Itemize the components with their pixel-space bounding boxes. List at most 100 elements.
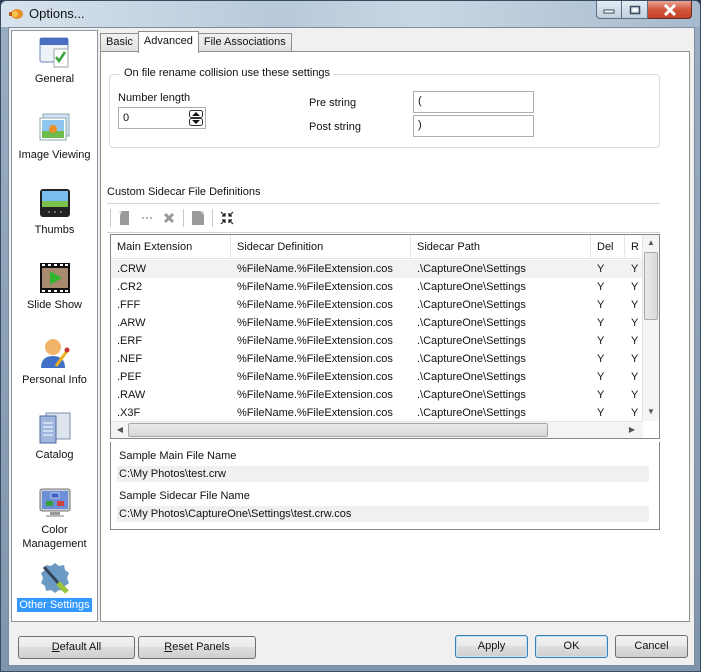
cell-sidecar-path: .\CaptureOne\Settings [417,407,526,419]
page-icon [192,211,204,225]
tab-file-associations[interactable]: File Associations [197,33,292,52]
maximize-button[interactable] [622,1,648,19]
cell-sidecar-definition: %FileName.%FileExtension.cos [237,263,393,275]
copy-definition-button[interactable] [187,207,209,229]
table-row[interactable]: .CRW %FileName.%FileExtension.cos .\Captur… [111,260,643,278]
sidebar-label: Image Viewing [18,149,91,161]
cell-sidecar-definition: %FileName.%FileExtension.cos [237,371,393,383]
column-header-main-extension[interactable]: Main Extension [111,235,231,259]
cell-sidecar-path: .\CaptureOne\Settings [417,281,526,293]
add-definition-button[interactable] [114,207,136,229]
scroll-left-icon[interactable]: ◀ [113,423,127,437]
cell-main-extension: .ERF [117,335,143,347]
sidebar-item-general[interactable]: General [12,35,97,86]
spin-up-down-icon[interactable] [189,110,203,126]
column-header-del[interactable]: Del [591,235,625,259]
tab-advanced[interactable]: Advanced [137,31,199,53]
cell-sidecar-definition: %FileName.%FileExtension.cos [237,353,393,365]
table-row[interactable]: .FFF %FileName.%FileExtension.cos .\Captur… [111,296,643,314]
category-sidebar: General Image Viewing Thumbs Slide Show … [11,30,98,622]
divider [107,203,660,204]
column-header-sidecar-definition[interactable]: Sidecar Definition [231,235,411,259]
sidebar-item-thumbs[interactable]: Thumbs [12,186,97,237]
cell-main-extension: .CRW [117,263,147,275]
collapse-button[interactable] [216,207,238,229]
sidebar-item-personal-info[interactable]: Personal Info [12,336,97,387]
sidecar-section-title: Custom Sidecar File Definitions [107,186,261,198]
table-row[interactable]: .ERF %FileName.%FileExtension.cos .\Captur… [111,332,643,350]
sidebar-item-image-viewing[interactable]: Image Viewing [12,111,97,162]
cell-del: Y [597,389,605,401]
cell-r: Y [631,281,639,293]
sidebar-label: Color Management [20,523,88,551]
table-row[interactable]: .ARW %FileName.%FileExtension.cos .\Captur… [111,314,643,332]
delete-definition-button[interactable] [158,207,180,229]
cell-sidecar-path: .\CaptureOne\Settings [417,263,526,275]
cell-sidecar-path: .\CaptureOne\Settings [417,371,526,383]
dialog-client: General Image Viewing Thumbs Slide Show … [8,27,695,666]
cell-sidecar-definition: %FileName.%FileExtension.cos [237,281,393,293]
cell-main-extension: .ARW [117,317,146,329]
post-string-input[interactable]: ) [413,115,534,137]
title-bar[interactable]: Options... [1,1,700,27]
cell-main-extension: .RAW [117,389,146,401]
tab-strip: Basic Advanced File Associations [100,30,292,53]
scroll-right-icon[interactable]: ▶ [625,423,639,437]
sidebar-label: Personal Info [22,374,87,386]
slide-show-icon [39,263,70,293]
advanced-tab-panel: On file rename collision use these setti… [100,51,690,622]
divider [107,232,660,233]
cell-sidecar-definition: %FileName.%FileExtension.cos [237,389,393,401]
reset-panels-button[interactable]: Reset Panels [138,636,256,659]
close-button[interactable] [648,1,692,19]
table-row[interactable]: .PEF %FileName.%FileExtension.cos .\Captur… [111,368,643,386]
horizontal-scroll-thumb[interactable] [128,423,548,437]
cancel-button[interactable]: Cancel [615,635,688,658]
edit-definition-button[interactable] [136,207,158,229]
sidebar-item-color-management[interactable]: Color Management [12,486,97,551]
cell-del: Y [597,299,605,311]
minimize-icon [603,9,615,13]
other-settings-icon [40,563,69,594]
horizontal-scrollbar[interactable]: ◀ ▶ [111,421,643,438]
scroll-up-icon[interactable]: ▲ [644,236,658,250]
sidebar-item-catalog[interactable]: Catalog [12,411,97,462]
table-row[interactable]: .CR2 %FileName.%FileExtension.cos .\Captur… [111,278,643,296]
toolbar-separator [212,209,213,227]
cell-main-extension: .FFF [117,299,141,311]
pre-string-label: Pre string [309,97,357,109]
vertical-scroll-thumb[interactable] [644,252,658,320]
button-label: efault All [59,641,102,653]
cell-r: Y [631,335,639,347]
column-header-sidecar-path[interactable]: Sidecar Path [411,235,591,259]
cell-r: Y [631,371,639,383]
color-management-icon [39,488,70,517]
table-row[interactable]: .NEF %FileName.%FileExtension.cos .\Captur… [111,350,643,368]
sidebar-item-slide-show[interactable]: Slide Show [12,261,97,312]
sidebar-label-line: Management [22,538,87,550]
maximize-icon [629,5,640,14]
vertical-scrollbar[interactable]: ▲ ▼ [642,235,659,421]
table-row[interactable]: .RAW %FileName.%FileExtension.cos .\Captur… [111,386,643,404]
table-row[interactable]: .X3F %FileName.%FileExtension.cos .\Captur… [111,404,643,422]
cell-del: Y [597,263,605,275]
cell-sidecar-path: .\CaptureOne\Settings [417,299,526,311]
sidebar-item-other-settings[interactable]: Other Settings [12,561,97,612]
scroll-down-icon[interactable]: ▼ [644,405,658,419]
number-length-spinner[interactable]: 0 [118,107,206,129]
cell-r: Y [631,389,639,401]
pre-string-input[interactable]: ( [413,91,534,113]
ok-button[interactable]: OK [535,635,608,658]
cell-r: Y [631,407,639,419]
default-all-button[interactable]: Default All [18,636,135,659]
sidebar-label: Thumbs [34,224,75,236]
minimize-button[interactable] [596,1,622,19]
apply-button[interactable]: Apply [455,635,528,658]
cell-sidecar-definition: %FileName.%FileExtension.cos [237,317,393,329]
sidebar-label: General [34,73,75,85]
ellipsis-icon [142,217,152,219]
tab-basic[interactable]: Basic [100,33,139,52]
collapse-arrows-icon [220,211,234,225]
column-header-r[interactable]: R [625,235,643,259]
sidebar-label: Slide Show [26,299,83,311]
